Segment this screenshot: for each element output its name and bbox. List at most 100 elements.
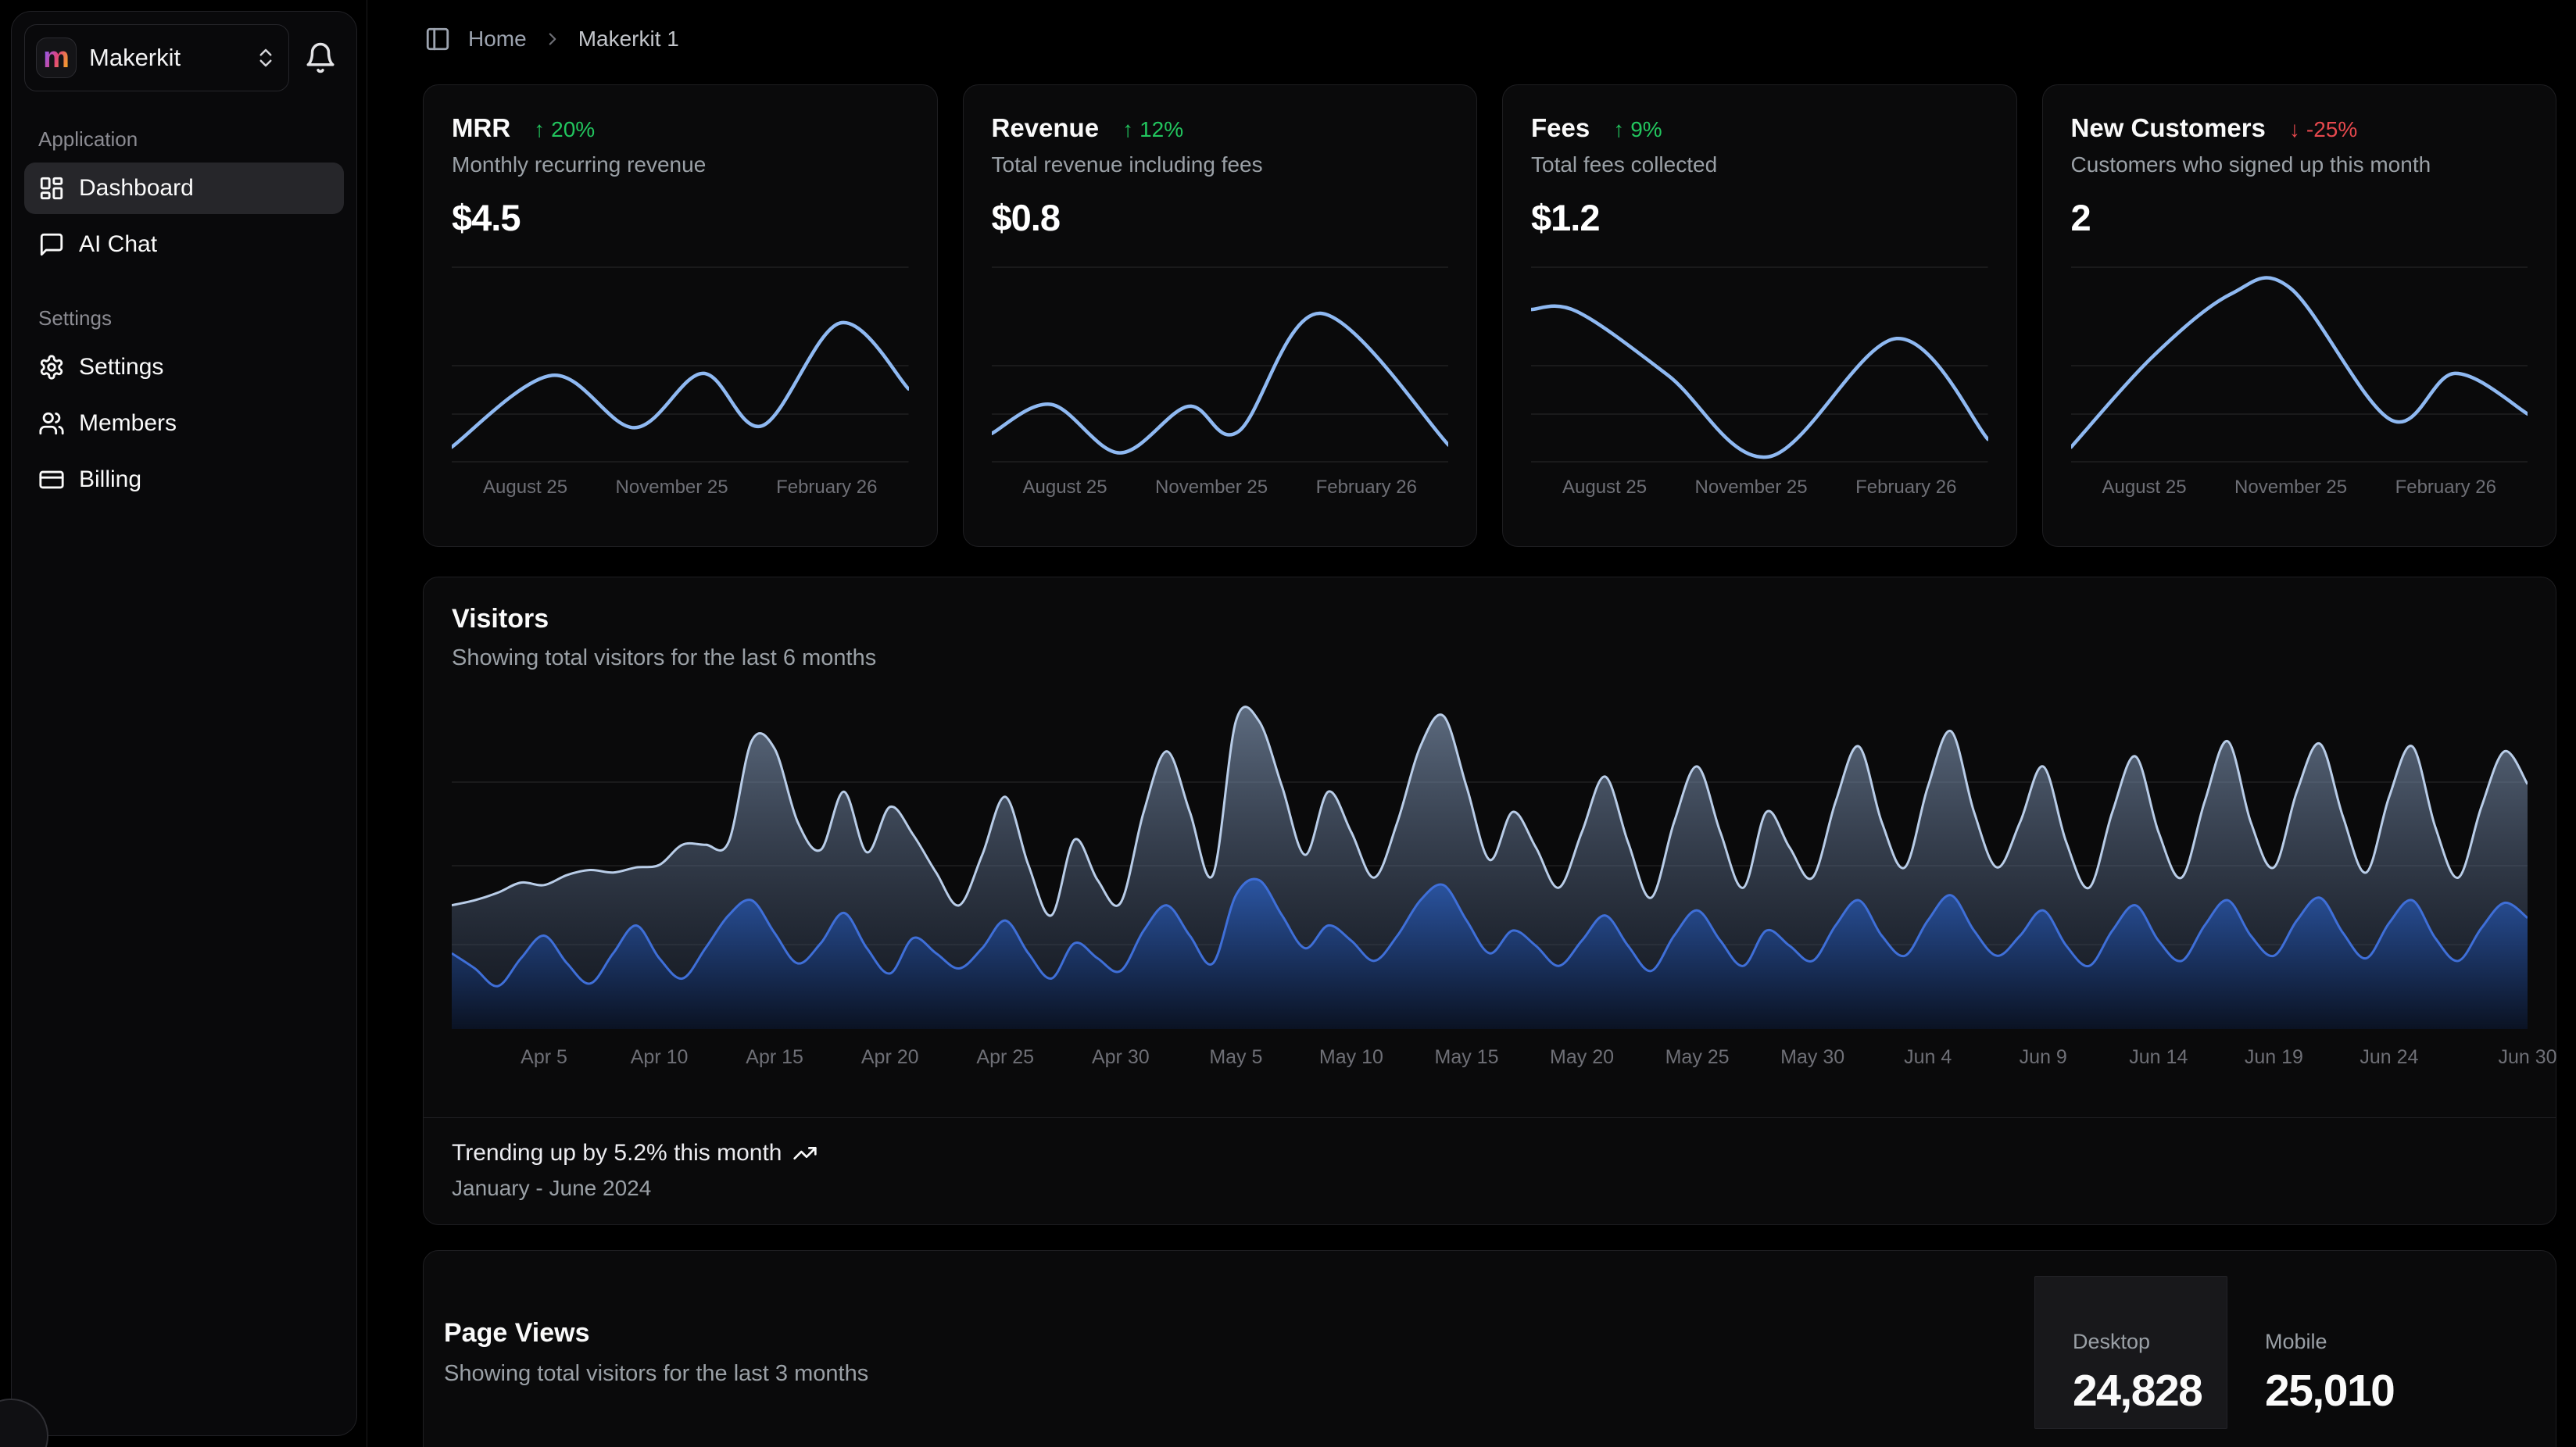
x-axis-label: August 25	[1562, 477, 1647, 498]
sidebar-item-ai-chat[interactable]: AI Chat	[24, 219, 344, 270]
x-axis-label: Jun 9	[2020, 1046, 2067, 1069]
chevron-right-icon	[542, 29, 563, 49]
panel-left-icon	[424, 26, 451, 52]
toggle-label: Mobile	[2265, 1330, 2556, 1354]
sparkline-x-axis: August 25 November 25 February 26	[992, 477, 1449, 498]
arrow-up-icon: ↑	[1122, 117, 1133, 142]
sidebar: m Makerkit Application Dashboard	[0, 0, 367, 1447]
x-axis-label: February 26	[776, 477, 877, 498]
chevrons-up-down-icon	[254, 46, 277, 70]
x-axis-label: May 30	[1780, 1046, 1844, 1069]
x-axis-label: Apr 30	[1092, 1046, 1150, 1069]
trending-up-icon	[792, 1141, 818, 1166]
toggle-value: 24,828	[2073, 1365, 2227, 1417]
credit-card-icon	[38, 466, 65, 493]
sidebar-item-billing[interactable]: Billing	[24, 454, 344, 506]
x-axis-label: May 20	[1550, 1046, 1614, 1069]
mrr-sparkline-chart	[452, 261, 909, 470]
x-axis-label: Jun 14	[2129, 1046, 2188, 1069]
stat-subtitle: Total revenue including fees	[992, 152, 1449, 177]
notifications-button[interactable]	[297, 34, 344, 81]
x-axis-label: Apr 10	[631, 1046, 689, 1069]
stat-subtitle: Customers who signed up this month	[2071, 152, 2528, 177]
x-axis-label: Apr 15	[746, 1046, 803, 1069]
x-axis-label: May 15	[1434, 1046, 1498, 1069]
visitors-footer: Trending up by 5.2% this month January -…	[424, 1117, 2556, 1224]
main-content: Home Makerkit 1 MRR ↑ 20% Monthly recurr…	[368, 0, 2576, 1447]
toggle-desktop[interactable]: Desktop 24,828	[2034, 1276, 2227, 1429]
sidebar-item-label: Dashboard	[79, 175, 194, 202]
stat-cards-row: MRR ↑ 20% Monthly recurring revenue $4.5…	[423, 84, 2556, 547]
stat-subtitle: Monthly recurring revenue	[452, 152, 909, 177]
delta-value: -25%	[2306, 117, 2357, 142]
stat-card-mrr: MRR ↑ 20% Monthly recurring revenue $4.5…	[423, 84, 938, 547]
trend-badge: ↑ 9%	[1613, 117, 1662, 142]
toggle-label: Desktop	[2073, 1330, 2227, 1354]
revenue-sparkline-chart	[992, 261, 1449, 470]
sidebar-nav-settings: Settings Members Billing	[24, 341, 344, 506]
x-axis-label: February 26	[1316, 477, 1417, 498]
delta-value: 9%	[1630, 117, 1662, 142]
delta-value: 12%	[1140, 117, 1183, 142]
toggle-value: 25,010	[2265, 1365, 2556, 1417]
x-axis-label: February 26	[2395, 477, 2496, 498]
x-axis-label: November 25	[2234, 477, 2347, 498]
x-axis-label: August 25	[2102, 477, 2187, 498]
arrow-up-icon: ↑	[534, 117, 545, 142]
sidebar-item-label: Members	[79, 410, 177, 437]
visitors-card: Visitors Showing total visitors for the …	[423, 577, 2556, 1225]
x-axis-label: November 25	[1155, 477, 1268, 498]
x-axis-label: May 5	[1209, 1046, 1262, 1069]
stat-subtitle: Total fees collected	[1531, 152, 1988, 177]
page-views-title: Page Views	[444, 1318, 868, 1349]
stat-title: Fees	[1531, 113, 1590, 143]
toggle-mobile[interactable]: Mobile 25,010	[2227, 1276, 2556, 1429]
makerkit-logo: m	[36, 38, 77, 78]
sparkline-x-axis: August 25 November 25 February 26	[452, 477, 909, 498]
x-axis-label: February 26	[1855, 477, 1956, 498]
fees-sparkline-chart	[1531, 261, 1988, 470]
sidebar-item-label: Billing	[79, 466, 141, 493]
chat-bubble-icon	[38, 231, 65, 258]
sidebar-item-settings[interactable]: Settings	[24, 341, 344, 393]
visitors-area-chart	[452, 701, 2528, 1029]
trend-badge: ↑ 12%	[1122, 117, 1183, 142]
sidebar-item-dashboard[interactable]: Dashboard	[24, 163, 344, 214]
sidebar-panel: m Makerkit Application Dashboard	[11, 11, 357, 1436]
section-label-application: Application	[38, 127, 344, 152]
stat-value: $4.5	[452, 196, 909, 239]
sidebar-item-members[interactable]: Members	[24, 398, 344, 449]
sparkline-x-axis: August 25 November 25 February 26	[2071, 477, 2528, 498]
x-axis-label: November 25	[1695, 477, 1808, 498]
dashboard-icon	[38, 175, 65, 202]
x-axis-label: November 25	[616, 477, 728, 498]
logo-letter: m	[43, 43, 70, 73]
x-axis-label: Jun 4	[1904, 1046, 1952, 1069]
x-axis-label: August 25	[1023, 477, 1107, 498]
arrow-down-icon: ↓	[2289, 117, 2300, 142]
x-axis-label: Apr 25	[976, 1046, 1034, 1069]
breadcrumb-current: Makerkit 1	[578, 27, 679, 52]
visitors-chart-area	[452, 701, 2528, 1029]
dashboard-content: MRR ↑ 20% Monthly recurring revenue $4.5…	[368, 78, 2576, 1447]
trend-badge: ↓ -25%	[2289, 117, 2357, 142]
x-axis-label: May 10	[1319, 1046, 1383, 1069]
breadcrumb: Home Makerkit 1	[468, 27, 679, 52]
sidebar-item-label: Settings	[79, 354, 163, 381]
sidebar-toggle-button[interactable]	[424, 26, 451, 52]
page-views-card: Page Views Showing total visitors for th…	[423, 1250, 2556, 1447]
stat-value: $0.8	[992, 196, 1449, 239]
trend-summary: Trending up by 5.2% this month	[452, 1140, 782, 1167]
delta-value: 20%	[551, 117, 595, 142]
visitors-subtitle: Showing total visitors for the last 6 mo…	[452, 645, 2528, 671]
breadcrumb-home[interactable]: Home	[468, 27, 527, 52]
visitors-x-axis: Apr 5Apr 10Apr 15Apr 20Apr 25Apr 30May 5…	[452, 1037, 2528, 1074]
stat-card-new-customers: New Customers ↓ -25% Customers who signe…	[2042, 84, 2557, 547]
page-views-toggles: Desktop 24,828 Mobile 25,010	[2034, 1276, 2556, 1447]
team-selector[interactable]: m Makerkit	[24, 24, 289, 91]
topbar: Home Makerkit 1	[368, 0, 2576, 78]
sidebar-item-label: AI Chat	[79, 231, 157, 258]
gear-icon	[38, 354, 65, 381]
arrow-up-icon: ↑	[1613, 117, 1624, 142]
bell-icon	[304, 41, 337, 74]
